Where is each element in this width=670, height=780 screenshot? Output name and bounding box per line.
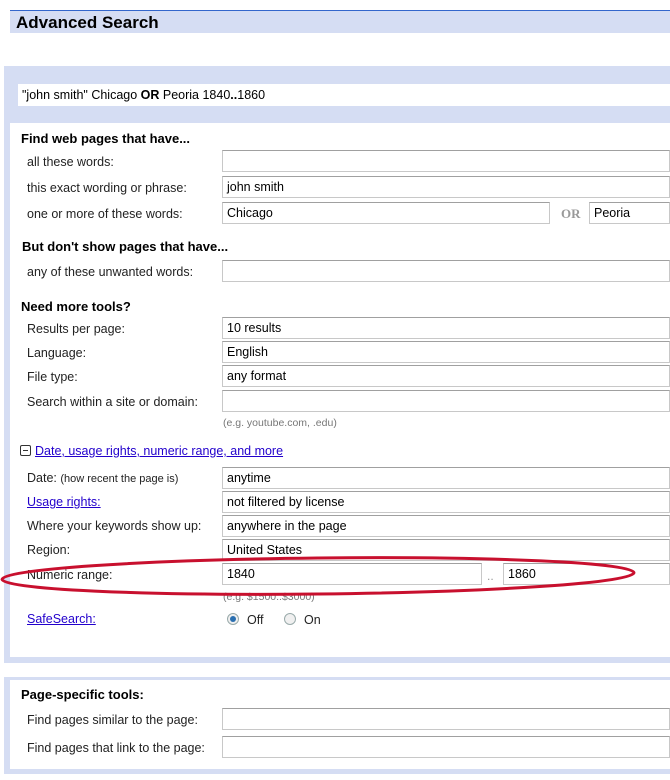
safesearch-off-radio[interactable] xyxy=(227,613,239,625)
region-select[interactable]: United States xyxy=(222,539,670,561)
query-part: Peoria 1840 xyxy=(159,88,231,102)
numeric-range-separator: .. xyxy=(487,569,494,583)
numeric-range-from-input[interactable]: 1840 xyxy=(222,563,482,585)
exclude-section-title: But don't show pages that have... xyxy=(22,239,229,254)
numeric-range-hint: (e.g. $1500..$3000) xyxy=(223,591,315,603)
numeric-range-to-input[interactable]: 1860 xyxy=(503,563,670,585)
site-domain-label: Search within a site or domain: xyxy=(27,395,198,409)
more-options-toggle-link[interactable]: Date, usage rights, numeric range, and m… xyxy=(35,444,283,458)
language-select[interactable]: English xyxy=(222,341,670,363)
collapse-minus-icon[interactable] xyxy=(20,445,31,456)
similar-pages-label: Find pages similar to the page: xyxy=(27,713,198,727)
usage-rights-select[interactable]: not filtered by license xyxy=(222,491,670,513)
unwanted-words-input[interactable] xyxy=(222,260,670,282)
date-sublabel: (how recent the page is) xyxy=(60,473,179,485)
all-words-label: all these words: xyxy=(27,155,114,169)
site-domain-hint: (e.g. youtube.com, .edu) xyxy=(223,417,337,429)
all-words-input[interactable] xyxy=(222,150,670,172)
any-words-input-2[interactable]: Peoria xyxy=(589,202,670,224)
query-operator: OR xyxy=(140,88,160,102)
unwanted-words-label: any of these unwanted words: xyxy=(27,265,194,279)
page-tools-title: Page-specific tools: xyxy=(21,687,144,702)
keyword-location-label: Where your keywords show up: xyxy=(27,519,202,533)
find-section-title: Find web pages that have... xyxy=(21,131,191,146)
file-type-label: File type: xyxy=(27,370,78,384)
region-label: Region: xyxy=(27,543,71,557)
results-per-page-select[interactable]: 10 results xyxy=(222,317,670,339)
page-title: Advanced Search xyxy=(16,13,159,32)
site-domain-input[interactable] xyxy=(222,390,670,412)
query-preview: "john smith" Chicago OR Peoria 1840..186… xyxy=(22,88,265,102)
safesearch-on-radio[interactable] xyxy=(284,613,296,625)
or-separator: OR xyxy=(561,206,581,221)
query-part: "john smith" Chicago xyxy=(22,88,141,102)
language-label: Language: xyxy=(27,346,87,360)
similar-pages-input[interactable] xyxy=(222,708,670,730)
safesearch-link[interactable]: SafeSearch: xyxy=(27,612,96,626)
date-label: Date: (how recent the page is) xyxy=(27,471,178,485)
usage-rights-link[interactable]: Usage rights: xyxy=(27,495,101,509)
exact-phrase-input[interactable]: john smith xyxy=(222,176,670,198)
linking-pages-label: Find pages that link to the page: xyxy=(27,741,205,755)
any-words-label: one or more of these words: xyxy=(27,207,183,221)
tools-section-title: Need more tools? xyxy=(21,299,131,314)
numeric-range-label: Numeric range: xyxy=(27,568,113,582)
linking-pages-input[interactable] xyxy=(222,736,670,758)
any-words-input-1[interactable]: Chicago xyxy=(222,202,550,224)
exact-phrase-label: this exact wording or phrase: xyxy=(27,181,187,195)
safesearch-off-label[interactable]: Off xyxy=(247,613,263,627)
file-type-select[interactable]: any format xyxy=(222,365,670,387)
date-label-text: Date: xyxy=(27,471,57,485)
results-per-page-label: Results per page: xyxy=(27,322,125,336)
query-part: 1860 xyxy=(237,88,266,102)
date-select[interactable]: anytime xyxy=(222,467,670,489)
keyword-location-select[interactable]: anywhere in the page xyxy=(222,515,670,537)
safesearch-on-label[interactable]: On xyxy=(304,613,321,627)
